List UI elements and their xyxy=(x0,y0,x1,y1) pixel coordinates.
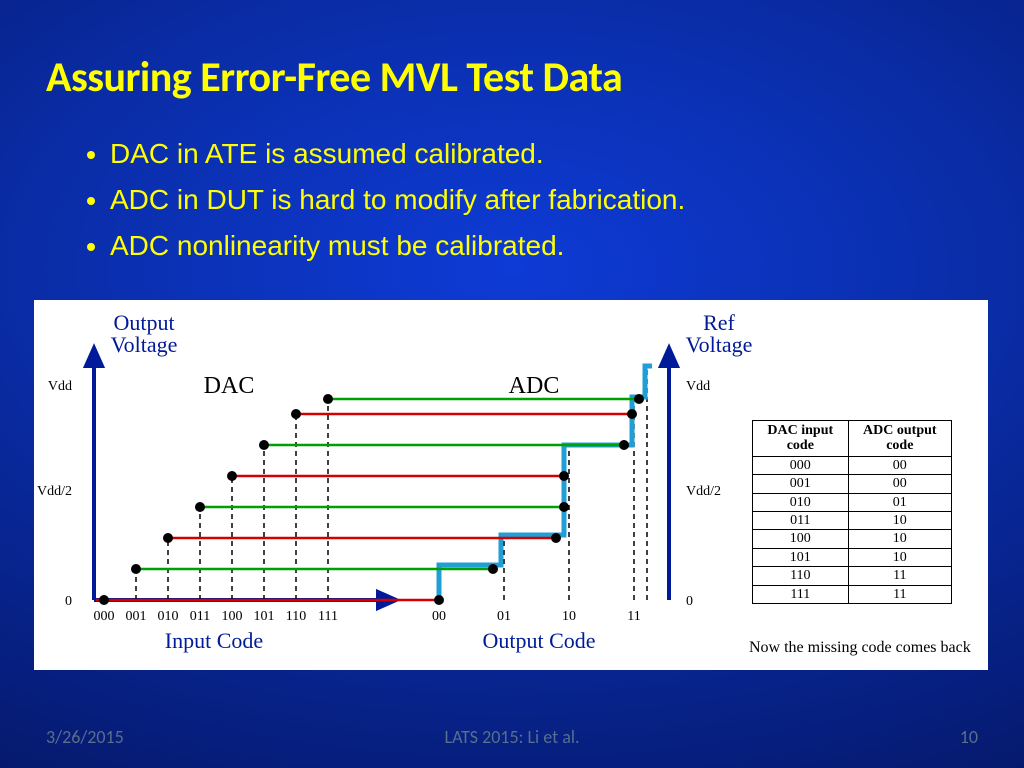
ref-label-bot: Voltage xyxy=(686,332,753,357)
ytick-r: 0 xyxy=(686,594,693,609)
adc-label: ADC xyxy=(509,373,560,399)
slide-title: Assuring Error-Free MVL Test Data xyxy=(46,52,622,103)
ytick-r: Vdd/2 xyxy=(686,484,721,499)
dac-xtick: 101 xyxy=(254,609,275,624)
ytick: 0 xyxy=(65,594,72,609)
bullet-item: ADC in DUT is hard to modify after fabri… xyxy=(110,184,685,216)
table-row: 01110 xyxy=(753,511,952,529)
dac-label: DAC xyxy=(204,373,255,399)
table-row: 10010 xyxy=(753,530,952,548)
table-row: 01001 xyxy=(753,493,952,511)
footer-center: LATS 2015: Li et al. xyxy=(0,726,1024,748)
dac-xtick: 100 xyxy=(222,609,243,624)
bullet-item: ADC nonlinearity must be calibrated. xyxy=(110,230,685,262)
bullet-list: DAC in ATE is assumed calibrated. ADC in… xyxy=(82,138,685,276)
table-row: 11011 xyxy=(753,567,952,585)
adc-xtick: 00 xyxy=(432,609,446,624)
code-table: DAC input code ADC output code 00000 001… xyxy=(752,420,952,604)
footer-page-number: 10 xyxy=(960,726,978,748)
dac-xtick: 110 xyxy=(286,609,306,624)
table-row: 00100 xyxy=(753,475,952,493)
dac-xtick: 000 xyxy=(94,609,115,624)
y-axis-label-bot: Voltage xyxy=(111,332,178,357)
table-header: DAC input code xyxy=(753,421,849,457)
table-header: ADC output code xyxy=(848,421,951,457)
figure-panel: Output Voltage Ref Voltage DAC ADC xyxy=(34,300,988,670)
bullet-item: DAC in ATE is assumed calibrated. xyxy=(110,138,685,170)
adc-xtick: 01 xyxy=(497,609,511,624)
slide: Assuring Error-Free MVL Test Data DAC in… xyxy=(0,0,1024,768)
ytick: Vdd xyxy=(48,379,72,394)
table-caption: Now the missing code comes back xyxy=(749,639,971,656)
adc-xtick: 11 xyxy=(627,609,640,624)
dac-xtick: 001 xyxy=(126,609,147,624)
xaxis-label-right: Output Code xyxy=(482,628,595,653)
table-row: 11111 xyxy=(753,585,952,603)
adc-xtick: 10 xyxy=(562,609,576,624)
xaxis-label-left: Input Code xyxy=(165,628,263,653)
ytick-r: Vdd xyxy=(686,379,710,394)
dac-xtick: 111 xyxy=(318,609,338,624)
dac-xtick: 010 xyxy=(158,609,179,624)
table-row: 00000 xyxy=(753,456,952,474)
dac-xtick: 011 xyxy=(190,609,210,624)
table-row: 10110 xyxy=(753,548,952,566)
ytick: Vdd/2 xyxy=(37,484,72,499)
